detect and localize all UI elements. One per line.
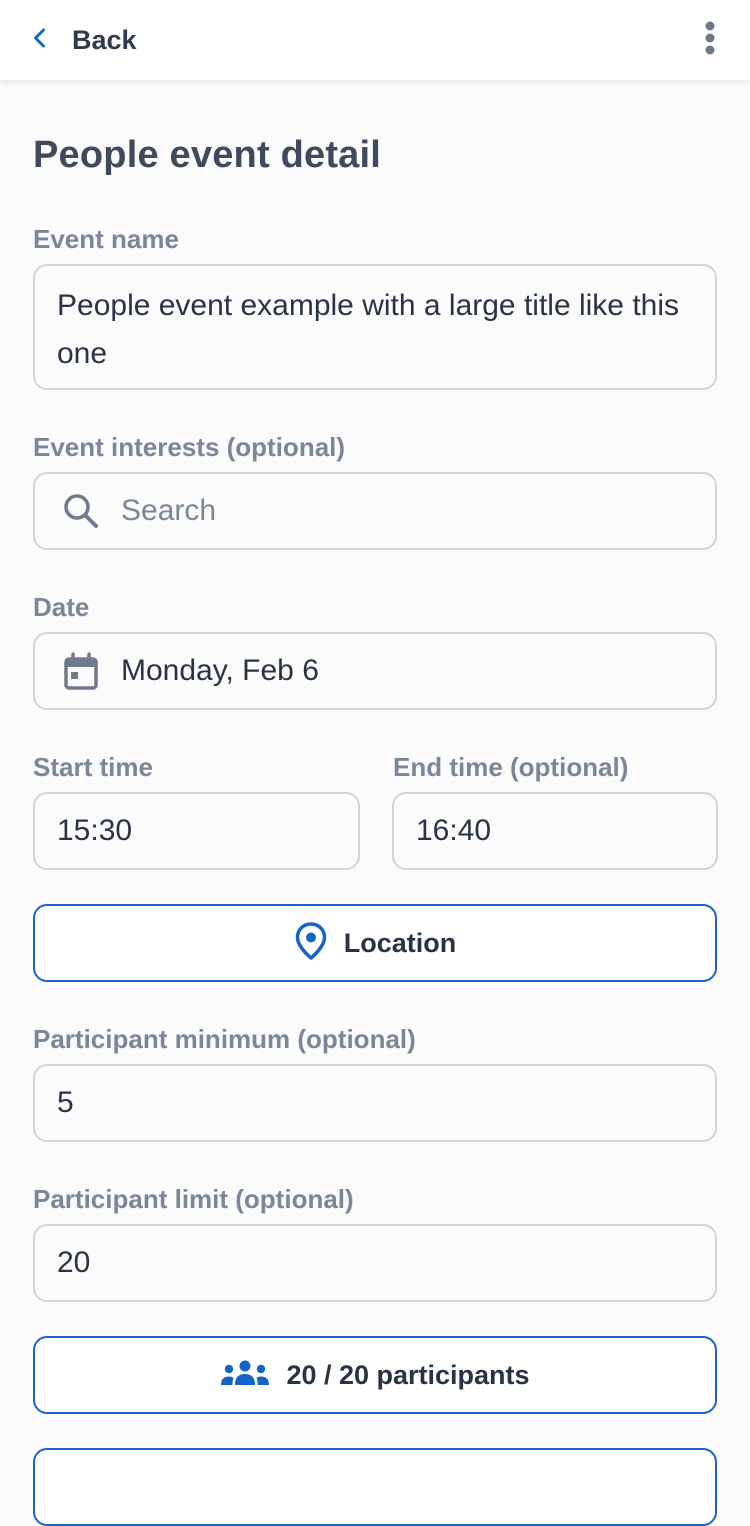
event-interests-label: Event interests (optional) — [33, 432, 346, 462]
calendar-icon — [61, 651, 101, 691]
page-title: People event detail — [33, 134, 382, 176]
participant-minimum-value: 5 — [57, 1086, 74, 1119]
end-time-input[interactable]: 16:40 — [392, 792, 718, 870]
start-time-label: Start time — [33, 752, 153, 782]
participants-button-label: 20 / 20 participants — [286, 1359, 530, 1390]
next-action-button[interactable] — [33, 1448, 717, 1526]
event-interests-search-input[interactable]: Search — [33, 472, 717, 550]
more-options-button[interactable] — [694, 18, 726, 62]
search-icon — [61, 491, 101, 531]
participant-limit-input[interactable]: 20 — [33, 1224, 717, 1302]
date-label: Date — [33, 592, 90, 622]
event-name-value: People event example with a large title … — [57, 289, 680, 370]
back-label: Back — [72, 24, 137, 55]
location-button-label: Location — [343, 927, 457, 958]
participants-button[interactable]: 20 / 20 participants — [33, 1336, 717, 1414]
participant-minimum-input[interactable]: 5 — [33, 1064, 717, 1142]
start-time-value: 15:30 — [57, 814, 133, 847]
start-time-input[interactable]: 15:30 — [33, 792, 360, 870]
event-name-label: Event name — [33, 224, 179, 254]
end-time-label: End time (optional) — [393, 752, 629, 782]
location-button[interactable]: Location — [33, 904, 717, 982]
participant-limit-value: 20 — [57, 1246, 91, 1279]
end-time-value: 16:40 — [416, 814, 492, 847]
participant-limit-label: Participant limit (optional) — [33, 1184, 354, 1214]
back-button[interactable]: Back — [28, 20, 137, 60]
date-input[interactable]: Monday, Feb 6 — [33, 632, 717, 710]
chevron-left-icon — [28, 26, 52, 55]
participant-minimum-label: Participant minimum (optional) — [33, 1024, 416, 1054]
people-icon — [220, 1359, 270, 1392]
search-placeholder: Search — [121, 494, 217, 527]
map-pin-icon — [294, 921, 328, 966]
date-value: Monday, Feb 6 — [121, 654, 319, 687]
more-vertical-icon — [704, 20, 716, 61]
top-app-bar: Back — [0, 0, 750, 80]
event-name-input[interactable]: People event example with a large title … — [33, 264, 717, 390]
